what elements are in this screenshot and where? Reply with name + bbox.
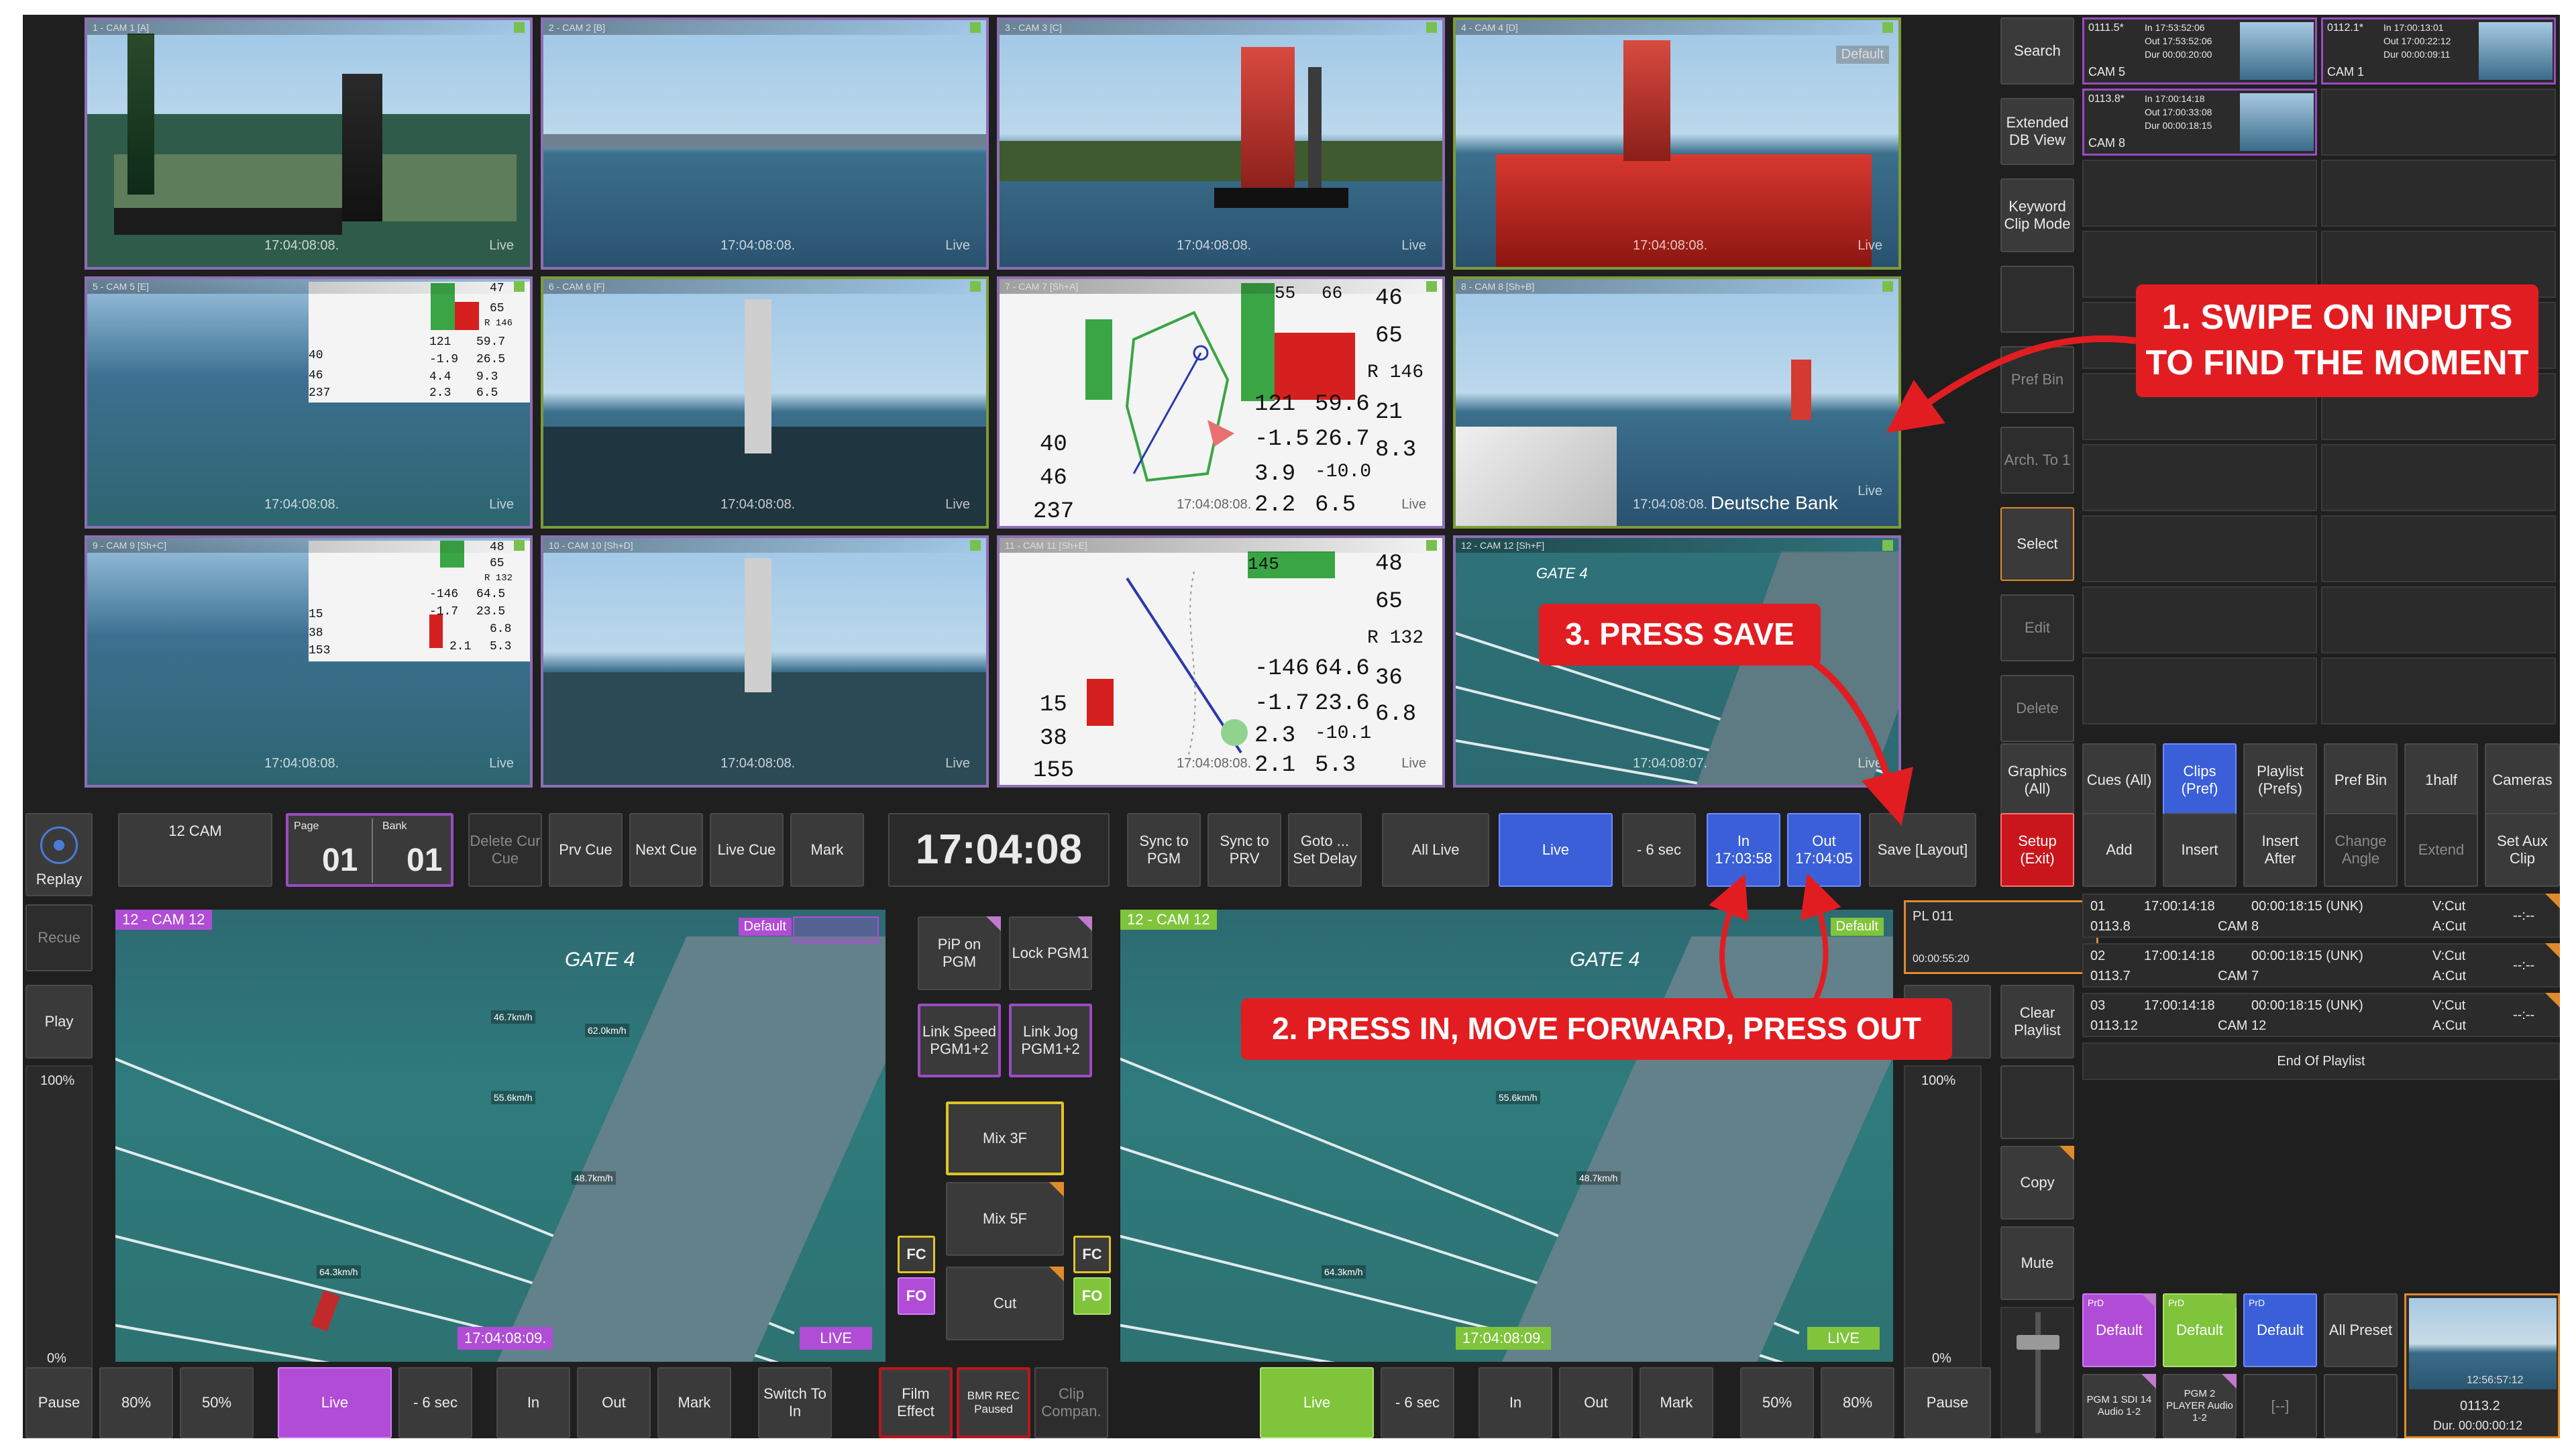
callout-press-save: 3. PRESS SAVE	[1539, 604, 1821, 665]
annotation-arrows	[1709, 335, 2137, 1016]
callout-swipe-inputs: 1. SWIPE ON INPUTS TO FIND THE MOMENT	[2136, 284, 2538, 397]
replay-ui-screenshot: 1 - CAM 1 [A] 17:04:08:08. Live 2 - CAM …	[0, 0, 2576, 1449]
replay-app-window: 1 - CAM 1 [A] 17:04:08:08. Live 2 - CAM …	[23, 15, 2560, 1438]
callout-press-in-out: 2. PRESS IN, MOVE FORWARD, PRESS OUT	[1241, 998, 1952, 1060]
